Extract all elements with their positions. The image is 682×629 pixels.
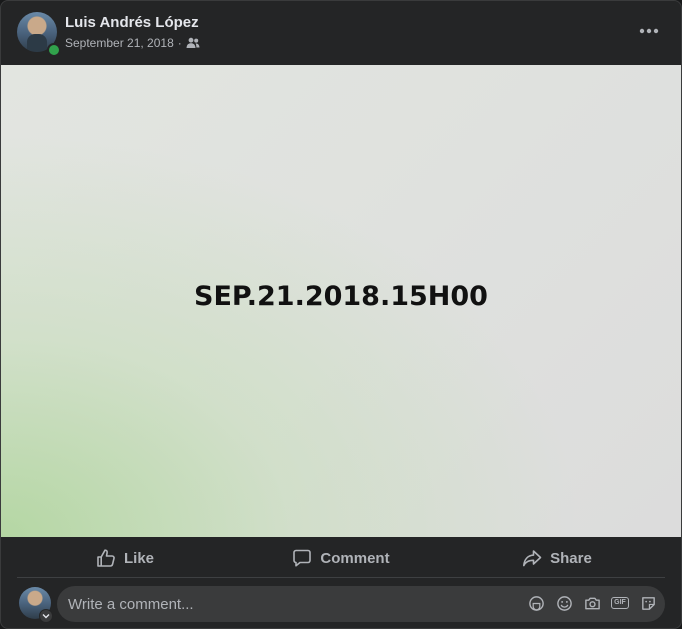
post-card: Luis Andrés López September 21, 2018 · S… (0, 0, 682, 629)
post-image-text: SEP.21.2018.15H00 (194, 280, 488, 312)
comment-composer: Write a comment... GIF (1, 585, 681, 625)
author-name[interactable]: Luis Andrés López (65, 14, 199, 31)
comment-input[interactable]: Write a comment... GIF (57, 586, 665, 622)
avatar-sticker-icon[interactable] (527, 594, 545, 612)
meta-separator: · (177, 36, 182, 50)
post-actions-bar: Like Comment Share (17, 539, 665, 578)
like-button[interactable]: Like (17, 539, 233, 577)
share-arrow-icon (523, 550, 542, 567)
chevron-down-icon[interactable] (39, 609, 53, 623)
share-label: Share (550, 549, 592, 567)
online-status-dot (47, 43, 61, 57)
more-options-button[interactable] (631, 19, 667, 43)
comment-tools: GIF (527, 594, 657, 612)
post-date[interactable]: September 21, 2018 (65, 36, 174, 50)
comment-label: Comment (320, 549, 390, 567)
post-image[interactable]: SEP.21.2018.15H00 (1, 65, 681, 537)
emoji-icon[interactable] (555, 594, 573, 612)
comment-bubble-icon (293, 549, 312, 567)
friends-icon[interactable] (186, 37, 200, 49)
more-horizontal-icon (639, 28, 659, 34)
post-header: Luis Andrés López September 21, 2018 · (1, 1, 681, 64)
thumbs-up-icon (97, 549, 115, 567)
like-label: Like (123, 549, 154, 567)
comment-button[interactable]: Comment (233, 539, 449, 577)
gif-icon[interactable]: GIF (611, 594, 629, 612)
comment-placeholder: Write a comment... (68, 596, 194, 613)
post-meta: September 21, 2018 · (65, 36, 200, 50)
camera-icon[interactable] (583, 594, 601, 612)
sticker-icon[interactable] (639, 594, 657, 612)
share-button[interactable]: Share (449, 539, 665, 577)
gif-label: GIF (611, 597, 629, 609)
